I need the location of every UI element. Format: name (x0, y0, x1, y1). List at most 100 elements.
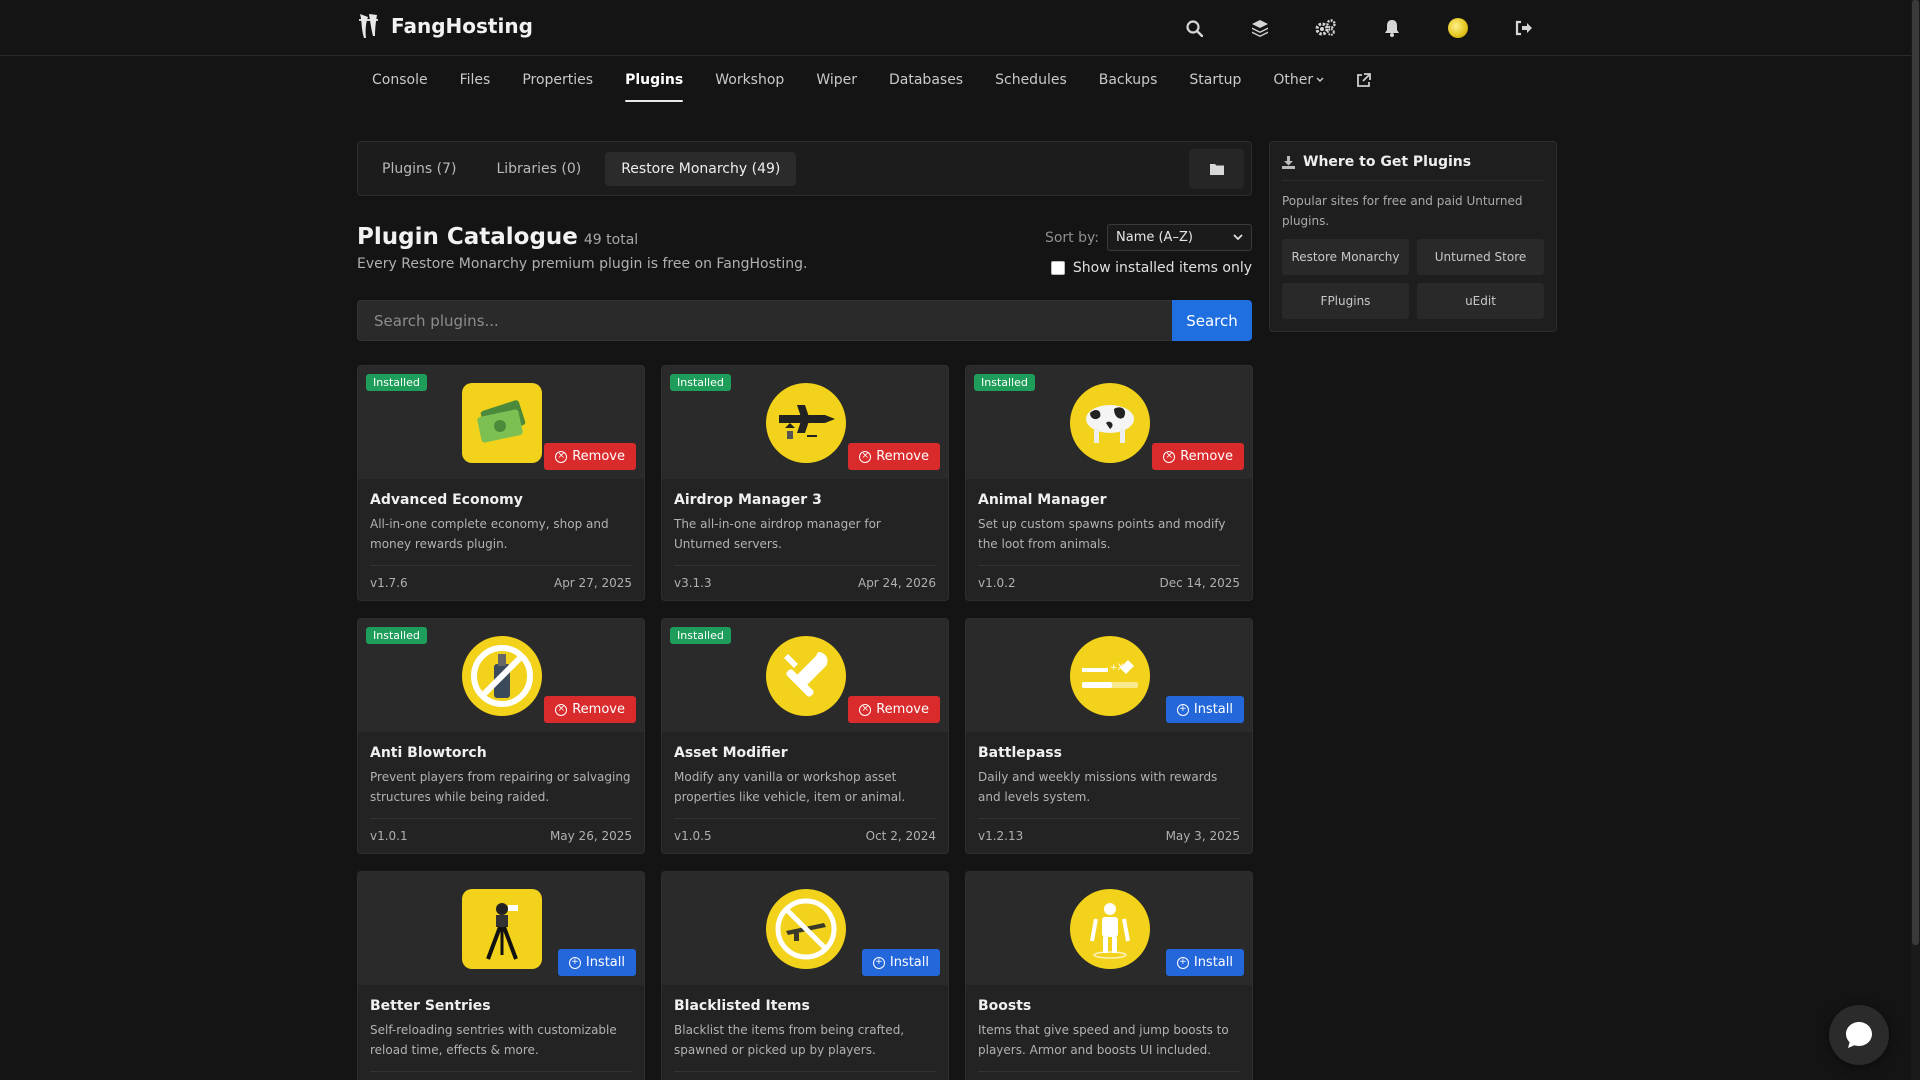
plugin-version: v1.0.1 (370, 829, 408, 843)
plugin-card-anti-blowtorch[interactable]: Installed × Remove Anti Blowtorch Prevent pl… (357, 618, 645, 854)
plugin-version: v1.2.13 (978, 829, 1024, 843)
plus-circle-icon: + (568, 956, 581, 969)
search-input[interactable] (357, 300, 1172, 341)
plugin-card-boosts[interactable]: + Install Boosts Items that give speed and … (965, 871, 1253, 1080)
nav-files[interactable]: Files (444, 58, 507, 102)
page-scrollbar[interactable] (1911, 0, 1920, 1080)
plugin-card-header: + Install (662, 872, 948, 985)
link-restore-monarchy[interactable]: Restore Monarchy (1282, 239, 1409, 275)
page-title: Plugin Catalogue (357, 224, 578, 250)
plugin-card-animal-manager[interactable]: Installed × Remove Animal Manager Set up cus… (965, 365, 1253, 601)
nav-other[interactable]: Other (1257, 58, 1340, 102)
tab-restore-monarchy[interactable]: Restore Monarchy (49) (605, 151, 797, 186)
stack-icon[interactable] (1247, 15, 1273, 41)
plugin-card-header: +XP + Install (966, 619, 1252, 732)
chat-bubble-icon (1846, 1022, 1872, 1048)
plugin-card-asset-modifier[interactable]: Installed × Remove Asset Modifier Modify any… (661, 618, 949, 854)
brand[interactable]: FangHosting (357, 12, 533, 40)
tools-icon (766, 636, 846, 716)
install-button[interactable]: + Install (1165, 696, 1244, 723)
installed-badge: Installed (670, 627, 731, 644)
chat-button[interactable] (1829, 1005, 1889, 1065)
nav-label: Plugins (625, 72, 684, 88)
plugin-description: Blacklist the items from being crafted, … (674, 1023, 905, 1057)
nav-label: Wiper (816, 72, 857, 88)
nav-startup[interactable]: Startup (1173, 58, 1257, 102)
link-unturned-store[interactable]: Unturned Store (1417, 239, 1544, 275)
install-button[interactable]: + Install (557, 949, 636, 976)
airplane-icon (766, 383, 846, 463)
server-nav: Console Files Properties Plugins Workshop Wip… (356, 58, 1387, 102)
remove-button[interactable]: × Remove (544, 443, 636, 470)
plugin-name: Asset Modifier (674, 745, 788, 761)
plugin-description: Prevent players from repairing or salvag… (370, 770, 631, 804)
nav-label: Databases (889, 72, 964, 88)
panel-title: Where to Get Plugins (1303, 154, 1472, 170)
panel-description: Popular sites for free and paid Unturned… (1282, 194, 1523, 228)
nav-databases[interactable]: Databases (873, 58, 979, 102)
logout-icon[interactable] (1511, 15, 1537, 41)
plugin-description: Items that give speed and jump boosts to… (978, 1023, 1229, 1057)
search-button[interactable]: Search (1172, 300, 1252, 341)
cow-icon (1070, 383, 1150, 463)
install-button[interactable]: + Install (1165, 949, 1244, 976)
plugin-card-blacklisted-items[interactable]: + Install Blacklisted Items Blacklist the i… (661, 871, 949, 1080)
nav-plugins[interactable]: Plugins (609, 58, 699, 102)
plugin-card-header: Installed × Remove (662, 366, 948, 479)
plugin-card-airdrop-manager-3[interactable]: Installed × Remove Airdrop Manager 3 The all… (661, 365, 949, 601)
link-fplugins[interactable]: FPlugins (1282, 283, 1409, 319)
sort-select[interactable]: Name (A–Z) (1107, 224, 1252, 251)
plugin-name: Anti Blowtorch (370, 745, 487, 761)
nav-workshop[interactable]: Workshop (699, 58, 800, 102)
nav-schedules[interactable]: Schedules (979, 58, 1083, 102)
tab-plugins[interactable]: Plugins (7) (366, 152, 472, 186)
plugin-card-battlepass[interactable]: +XP + Install Battlepass Daily and weekly mi… (965, 618, 1253, 854)
action-label: Remove (876, 702, 929, 717)
plugin-version: v1.0.5 (674, 829, 712, 843)
total-count: 49 total (583, 232, 639, 248)
show-installed-label[interactable]: Show installed items only (1073, 260, 1252, 276)
installed-badge: Installed (974, 374, 1035, 391)
plugin-description: Daily and weekly missions with rewards a… (978, 770, 1218, 804)
remove-button[interactable]: × Remove (544, 696, 636, 723)
remove-button[interactable]: × Remove (848, 443, 940, 470)
plugin-card-better-sentries[interactable]: + Install Better Sentries Self-reloading se… (357, 871, 645, 1080)
plugin-card-header: + Install (966, 872, 1252, 985)
chevron-down-icon (1233, 234, 1243, 241)
folder-icon (1209, 164, 1224, 175)
xp-bar-icon: +XP (1070, 636, 1150, 716)
nav-properties[interactable]: Properties (506, 58, 609, 102)
gears-icon[interactable] (1313, 15, 1339, 41)
where-to-get-plugins-panel: Where to Get Plugins Popular sites for f… (1269, 141, 1557, 332)
plugin-card-header: Installed × Remove (966, 366, 1252, 479)
scroll-thumb[interactable] (1912, 0, 1919, 945)
plugin-card-advanced-economy[interactable]: Installed × Remove Advanced Economy All-in-o… (357, 365, 645, 601)
link-uedit[interactable]: uEdit (1417, 283, 1544, 319)
nav-console[interactable]: Console (356, 58, 444, 102)
nav-wiper[interactable]: Wiper (800, 58, 873, 102)
install-button[interactable]: + Install (861, 949, 940, 976)
tab-libraries[interactable]: Libraries (0) (480, 152, 597, 186)
sort-label: Sort by: (1044, 229, 1099, 246)
plugin-card-header: Installed × Remove (662, 619, 948, 732)
plugin-date: Apr 27, 2025 (553, 576, 632, 590)
open-folder-button[interactable] (1189, 149, 1244, 189)
search-icon[interactable] (1181, 15, 1207, 41)
download-icon (1282, 155, 1295, 169)
plugin-date: Apr 24, 2026 (857, 576, 936, 590)
plugin-card-header: Installed × Remove (358, 366, 644, 479)
plugin-name: Battlepass (978, 745, 1062, 761)
brand-name: FangHosting (391, 14, 533, 38)
nav-backups[interactable]: Backups (1083, 58, 1174, 102)
nav-label: Schedules (995, 72, 1067, 88)
no-blowtorch-icon (462, 636, 542, 716)
bell-icon[interactable] (1379, 15, 1405, 41)
avatar[interactable] (1445, 15, 1471, 41)
remove-button[interactable]: × Remove (848, 696, 940, 723)
plugin-name: Blacklisted Items (674, 998, 810, 1014)
show-installed-checkbox[interactable] (1050, 261, 1065, 275)
plus-circle-icon: + (1176, 956, 1189, 969)
x-circle-icon: × (1163, 450, 1176, 463)
remove-button[interactable]: × Remove (1152, 443, 1244, 470)
external-link-icon[interactable] (1340, 58, 1387, 102)
